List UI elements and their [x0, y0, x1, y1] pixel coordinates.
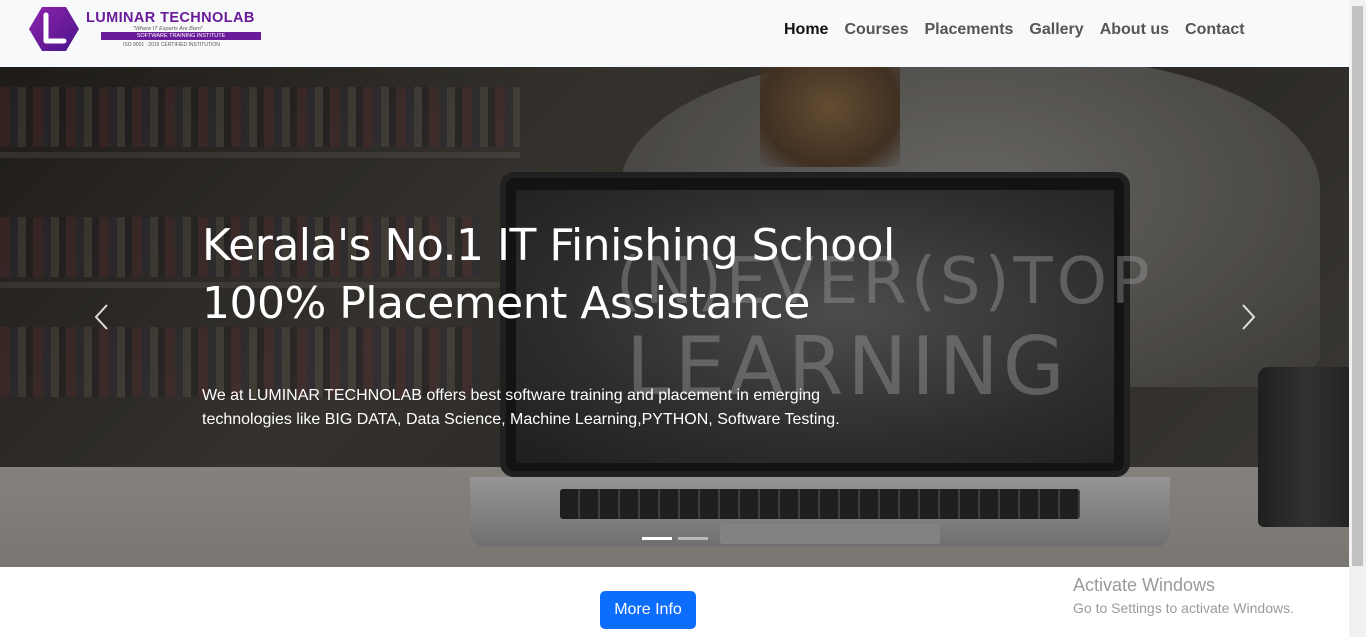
- carousel-indicator-2[interactable]: [678, 537, 708, 540]
- nav-links: Home Courses Placements Gallery About us…: [784, 21, 1245, 39]
- navbar: LUMINAR TECHNOLAB "Where IT Experts Are …: [0, 0, 1349, 67]
- nav-item-about-us[interactable]: About us: [1100, 21, 1169, 39]
- carousel-indicators: [642, 537, 708, 540]
- more-info-button[interactable]: More Info: [600, 591, 696, 629]
- carousel-next-button[interactable]: [1232, 302, 1262, 332]
- hero-title-line2: 100% Placement Assistance: [202, 278, 810, 329]
- chevron-right-icon: [1242, 304, 1256, 330]
- scrollbar-thumb[interactable]: [1352, 6, 1363, 566]
- vertical-scrollbar[interactable]: [1349, 0, 1366, 637]
- logo-hexagon-icon: [29, 7, 79, 51]
- brand-certification: ISO 9001 : 2015 CERTIFIED INSTITUTION: [123, 42, 220, 48]
- activate-windows-title: Activate Windows: [1073, 575, 1216, 595]
- hero-description: We at LUMINAR TECHNOLAB offers best soft…: [202, 387, 840, 428]
- carousel-prev-button[interactable]: [88, 302, 118, 332]
- brand-logo[interactable]: LUMINAR TECHNOLAB "Where IT Experts Are …: [28, 5, 278, 53]
- nav-item-courses[interactable]: Courses: [844, 21, 908, 39]
- hero-title-line1: Kerala's No.1 IT Finishing School: [202, 220, 895, 271]
- nav-item-contact[interactable]: Contact: [1185, 21, 1245, 39]
- hero-carousel: (N)EVER(S)TOP LEARNING Kerala's No.1 IT …: [0, 67, 1349, 567]
- brand-subtitle: SOFTWARE TRAINING INSTITUTE: [101, 32, 261, 40]
- nav-item-placements[interactable]: Placements: [924, 21, 1013, 39]
- hero-title: Kerala's No.1 IT Finishing School 100% P…: [202, 217, 895, 333]
- carousel-indicator-1[interactable]: [642, 537, 672, 540]
- chevron-left-icon: [94, 304, 108, 330]
- nav-item-gallery[interactable]: Gallery: [1029, 21, 1083, 39]
- brand-name: LUMINAR TECHNOLAB: [86, 10, 255, 26]
- nav-item-home[interactable]: Home: [784, 21, 828, 39]
- activate-windows-subtitle: Go to Settings to activate Windows.: [1073, 600, 1294, 616]
